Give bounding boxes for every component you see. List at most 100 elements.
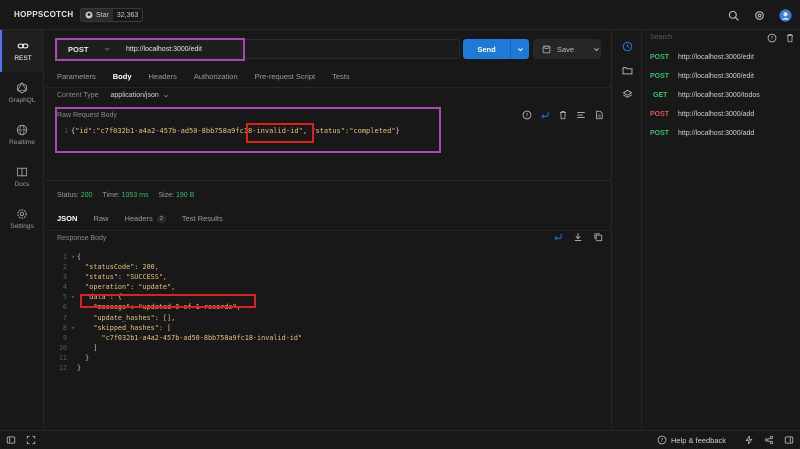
nav-item-settings[interactable]: Settings: [0, 198, 44, 240]
code-text: "message": "updated 0 of 1 records",: [77, 303, 241, 312]
nav-label-rest: REST: [14, 55, 32, 62]
tab-pre-request-script[interactable]: Pre-request Script: [255, 72, 315, 81]
line-number: 1: [62, 253, 67, 261]
chevron-down-icon: [163, 94, 168, 97]
line-number: 7: [62, 313, 67, 322]
content-type-select[interactable]: application/json: [111, 92, 169, 99]
request-tabs: Parameters Body Headers Authorization Pr…: [57, 72, 367, 81]
line-number: 5: [62, 293, 67, 302]
tab-headers-label: Headers: [124, 214, 153, 223]
download-icon[interactable]: [573, 232, 583, 242]
svg-text:?: ?: [526, 113, 529, 119]
send-options-button[interactable]: [510, 39, 529, 59]
environments-tab[interactable]: [612, 82, 642, 106]
github-star-count: 32,363: [116, 11, 139, 19]
left-nav: REST GraphQL Realtime Docs Settings: [0, 30, 44, 430]
history-item[interactable]: POST http://localhost:3000/add: [650, 111, 754, 118]
url-input-area[interactable]: [242, 39, 460, 59]
right-sidebar-icons: [612, 30, 642, 430]
method-select[interactable]: POST: [58, 45, 116, 54]
time-label: Time:: [102, 192, 120, 199]
help-feedback-button[interactable]: ? Help & feedback: [657, 435, 726, 445]
history-item[interactable]: POST http://localhost:3000/edit: [650, 54, 754, 61]
divider: [45, 87, 611, 88]
history-url: http://localhost:3000/add: [678, 111, 755, 118]
nav-label-graphql: GraphQL: [8, 97, 36, 104]
tab-test-results[interactable]: Test Results: [182, 214, 223, 223]
code-line: 6 "message": "updated 0 of 1 records",: [57, 302, 302, 312]
help-icon[interactable]: ?: [767, 33, 777, 43]
tab-raw[interactable]: Raw: [93, 214, 108, 223]
history-url: http://localhost:3000/todos: [678, 92, 760, 99]
gear-icon: [17, 209, 27, 219]
history-item[interactable]: POST http://localhost:3000/add: [650, 130, 754, 137]
line-number: 8: [62, 323, 67, 332]
size-value: 190 B: [176, 192, 195, 199]
layers-icon: [622, 89, 632, 98]
github-star-button[interactable]: Star 32,363: [80, 8, 144, 22]
history-url: http://localhost:3000/edit: [678, 54, 754, 61]
github-icon: [85, 11, 93, 19]
nav-item-rest[interactable]: REST: [0, 30, 44, 72]
trash-icon[interactable]: [785, 33, 795, 43]
code-text: "c7f032b1-a4a2-457b-ad50-8bb758a9fc18-in…: [77, 333, 303, 342]
help-icon: ?: [657, 435, 667, 445]
tab-headers[interactable]: Headers: [149, 72, 177, 81]
url-input[interactable]: http://localhost:3000/edit: [116, 46, 202, 53]
history-tab[interactable]: [612, 34, 642, 58]
app-brand[interactable]: HOPPSCOTCH: [14, 10, 73, 19]
code-line: 1 ▾{: [57, 252, 302, 262]
code-line: 10 ]: [57, 343, 302, 353]
tab-parameters[interactable]: Parameters: [57, 72, 96, 81]
save-button[interactable]: Save: [533, 39, 601, 59]
lightning-icon[interactable]: [744, 435, 754, 445]
tab-authorization[interactable]: Authorization: [194, 72, 238, 81]
file-icon[interactable]: [594, 110, 604, 120]
line-number: 11: [58, 353, 67, 362]
share-icon[interactable]: [764, 435, 774, 445]
wrap-lines-icon[interactable]: [540, 110, 550, 120]
help-icon[interactable]: ?: [522, 110, 532, 120]
settings-icon[interactable]: [752, 8, 766, 22]
collections-tab[interactable]: [612, 58, 642, 82]
trash-icon[interactable]: [558, 110, 568, 120]
raw-body-line[interactable]: 1 { "id" : "c7f032b1-a4a2-457b-ad50-8bb7…: [57, 127, 612, 135]
wrap-lines-icon[interactable]: [553, 232, 563, 242]
size-label: Size:: [158, 192, 175, 199]
content-type-row: Content Type application/json: [57, 92, 169, 99]
response-body-code[interactable]: 1 ▾{2 "statusCode": 200, 3 "status": "SUCC…: [57, 252, 302, 373]
fullscreen-icon[interactable]: [26, 435, 36, 445]
tab-tests[interactable]: Tests: [332, 72, 350, 81]
tab-body[interactable]: Body: [113, 72, 132, 81]
nav-item-realtime[interactable]: Realtime: [0, 114, 44, 156]
clock-icon: [622, 41, 632, 51]
raw-request-body: Raw Request Body ? 1 { "id" : "c7f032b1-…: [57, 108, 612, 152]
chevron-down-icon: [104, 47, 110, 51]
avatar[interactable]: [778, 8, 792, 22]
panel-right-icon[interactable]: [784, 435, 794, 445]
history-item[interactable]: POST http://localhost:3000/edit: [650, 73, 754, 80]
code-token: "c7f032b1-a4a2-457b-ad50-8bb758a9fc1: [96, 127, 249, 135]
nav-item-docs[interactable]: Docs: [0, 156, 44, 198]
link-icon: [17, 43, 29, 49]
history-search-input[interactable]: Search: [650, 34, 672, 41]
history-item[interactable]: GET http://localhost:3000/todos: [650, 92, 760, 99]
line-number: 6: [62, 303, 67, 312]
main-panel: POST http://localhost:3000/edit Send Sav…: [45, 30, 612, 430]
history-method: POST: [650, 73, 670, 80]
folder-icon: [622, 66, 632, 74]
svg-text:?: ?: [661, 438, 664, 444]
send-button[interactable]: Send: [463, 39, 529, 59]
search-icon[interactable]: [726, 8, 740, 22]
tab-json[interactable]: JSON: [57, 214, 77, 223]
sidebar-toggle-icon[interactable]: [6, 435, 16, 445]
format-icon[interactable]: [576, 110, 586, 120]
copy-icon[interactable]: [593, 232, 603, 242]
tab-response-headers[interactable]: Headers 2: [124, 214, 166, 223]
nav-item-graphql[interactable]: GraphQL: [0, 72, 44, 114]
code-text: "update_hashes": [],: [77, 313, 176, 322]
code-text: "statusCode": 200,: [77, 263, 159, 272]
graphql-icon: [16, 82, 28, 94]
save-icon: [542, 45, 551, 53]
headers-count-badge: 2: [156, 214, 166, 223]
